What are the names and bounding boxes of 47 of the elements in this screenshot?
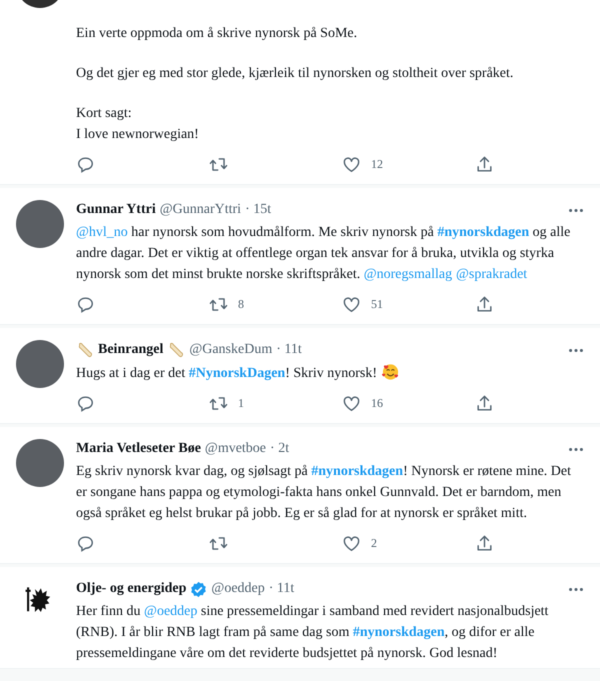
author-handle[interactable]: @GanskeDum [189, 342, 272, 358]
more-icon[interactable] [568, 446, 584, 452]
tweet-text: Eg skriv nynorsk kvar dag, og sjølsagt på #nynorskdagen! Nynorsk er røtene mine. Det er songane hans pappa og etymologi-fakta hans onkel Gunnvald. Det er barndom, men også språket eg helst brukar på jobb. Eg er så glad for at nynorsk er språket mitt. [76, 463, 572, 523]
author-name[interactable]: Beinrangel [98, 342, 164, 358]
avatar[interactable] [16, 439, 64, 487]
reply-icon[interactable] [76, 534, 95, 552]
author-handle[interactable]: @mvetboe [204, 441, 266, 457]
share-icon[interactable] [475, 154, 494, 174]
avatar[interactable] [16, 200, 64, 248]
share-icon[interactable] [475, 294, 494, 314]
smiling-face-with-hearts-icon [380, 362, 400, 381]
tweet-time[interactable]: · 11t [276, 342, 302, 358]
tweet-text: Ein verte oppmoda om å skrive nynorsk på SoMe. [76, 25, 358, 43]
author-handle[interactable]: @oeddep [211, 581, 265, 597]
tweet-time[interactable]: · 11t [268, 581, 294, 597]
tweet-text: Og det gjer eg med stor glede, kjærleik til nynorsken og stoltheit over språket. [76, 65, 514, 83]
heart-icon[interactable] [342, 394, 361, 412]
avatar[interactable] [16, 340, 64, 388]
more-icon[interactable] [568, 586, 584, 592]
heart-icon[interactable] [342, 294, 361, 314]
tweet-text: Kort sagt: I love newnorwegian! [76, 105, 200, 144]
reply-icon[interactable] [76, 394, 95, 412]
heart-icon[interactable] [342, 534, 361, 552]
share-icon[interactable] [475, 394, 494, 412]
tweet-time[interactable]: · 15t [245, 202, 272, 218]
tweet-time[interactable]: · 2t [270, 441, 290, 457]
author-handle[interactable]: @GunnarYttri [160, 202, 242, 218]
reply-icon[interactable] [76, 294, 95, 314]
like-count: 16 [371, 396, 383, 410]
reply-icon[interactable] [76, 154, 95, 174]
bone-icon [76, 341, 94, 359]
tweet-text: Her finn du @oeddep sine pressemeldingar i samband med revidert nasjonalbudsjett (RNB). I år blir RNB lagt fram på same dag som #nynorskdagen, og difor er alle pressemeldingane våre om det reviderte budsjettet på nynorsk. God lesnad! [76, 603, 550, 663]
more-icon[interactable] [568, 208, 584, 212]
author-name[interactable]: Olje- og energidep [76, 581, 186, 597]
bone-icon [167, 341, 186, 359]
retweet-count: 1 [238, 396, 244, 410]
like-count: 2 [371, 536, 377, 550]
tweet-text: Hugs at i dag er det #NynorskDagen! Skriv nynorsk! [76, 362, 584, 384]
like-count: 51 [371, 296, 383, 312]
author-name[interactable]: Gunnar Yttri [76, 202, 156, 218]
more-icon[interactable] [568, 348, 584, 352]
author-name[interactable]: Maria Vetleseter Bøe [76, 441, 201, 457]
retweet-count: 8 [238, 296, 244, 312]
heart-icon[interactable] [342, 154, 361, 174]
tweet-text: @hvl_no har nynorsk som hovudmålform. Me skriv nynorsk på #nynorskdagen og alle andre dagar. Det er viktig at offentlege organ tek ansvar for å bruka, utvikla og styrka nynorsk som det minst brukte norske skriftspråket. @noregsmallag @sprakradet [76, 224, 572, 284]
share-icon[interactable] [475, 534, 494, 552]
like-count: 12 [371, 156, 383, 172]
